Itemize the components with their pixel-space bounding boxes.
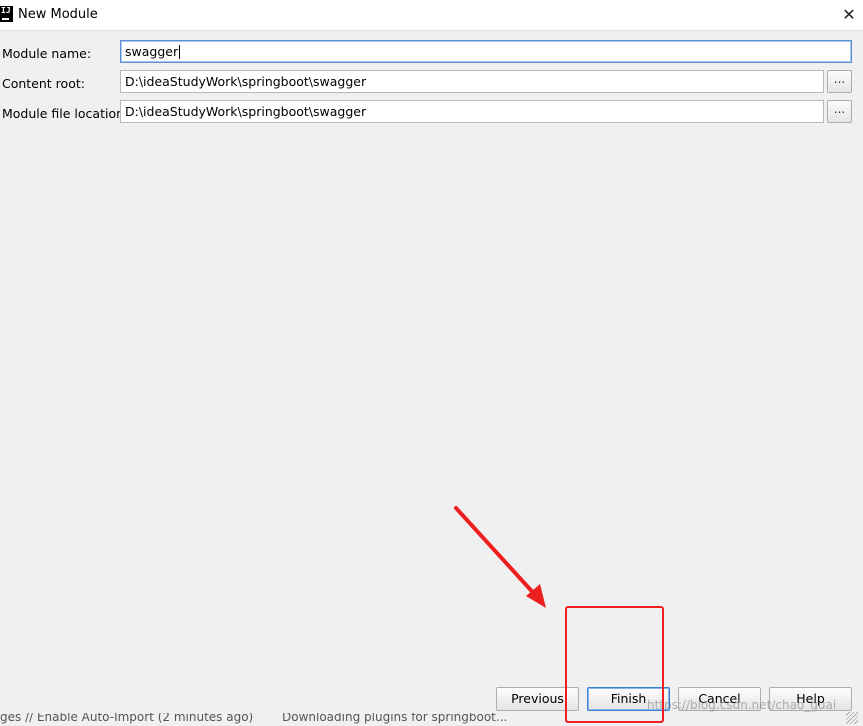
resize-grip-icon[interactable] [846,712,858,724]
ide-status-strip: ges // Enable Auto-Import (2 minutes ago… [0,713,863,726]
intellij-app-icon: IJ [0,6,13,22]
watermark-text: https://blog.csdn.net/chao_guai [647,698,837,712]
module-name-value: swagger [125,44,179,59]
text-caret [179,45,181,59]
annotation-arrow-icon [454,506,546,608]
status-left-text: ges // Enable Auto-Import (2 minutes ago… [0,713,254,724]
module-file-location-value: D:\ideaStudyWork\springboot\swagger [125,104,367,119]
module-file-location-label: Module file location: [2,106,129,121]
close-icon[interactable]: ✕ [838,4,860,26]
title-bar: IJ New Module ✕ [0,0,863,31]
content-root-input[interactable]: D:\ideaStudyWork\springboot\swagger [120,70,824,93]
content-root-browse-button[interactable]: ... [827,70,852,93]
annotation-highlight-box [565,606,664,723]
module-file-location-input[interactable]: D:\ideaStudyWork\springboot\swagger [120,100,824,123]
module-file-location-browse-button[interactable]: ... [827,100,852,123]
content-root-label: Content root: [2,76,85,91]
content-root-value: D:\ideaStudyWork\springboot\swagger [125,74,367,89]
module-name-input[interactable]: swagger [120,40,852,63]
status-right-text: Downloading plugins for springboot... [282,713,508,724]
window-title: New Module [18,7,98,22]
module-name-label: Module name: [2,46,92,61]
